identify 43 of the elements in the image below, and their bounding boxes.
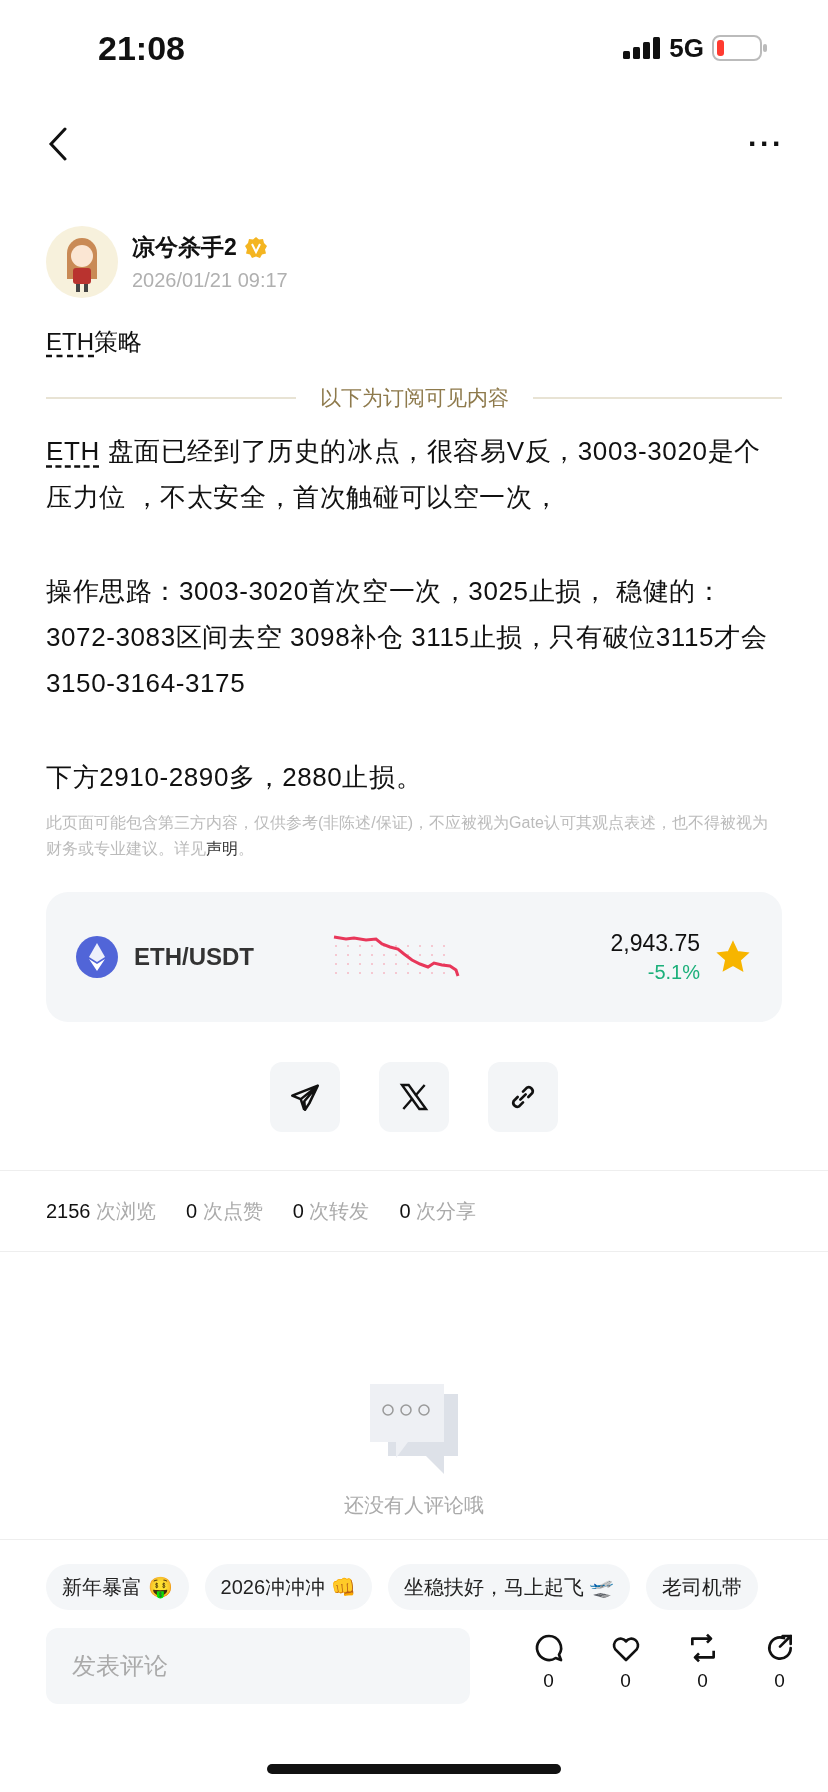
telegram-share-button[interactable] [270, 1062, 340, 1132]
star-icon[interactable] [716, 940, 750, 974]
body-paragraph: 下方2910-2890多，2880止损。 [46, 761, 424, 794]
action-count: 0 [697, 1670, 708, 1692]
action-count: 0 [620, 1670, 631, 1692]
ticker-link[interactable]: ETH [46, 436, 100, 466]
more-button[interactable]: ··· [748, 127, 784, 161]
copy-link-button[interactable] [488, 1062, 558, 1132]
ethereum-icon [76, 936, 118, 978]
ticker-card[interactable]: ETH/USDT 2,943.75 -5.1% [46, 892, 782, 1022]
comment-input[interactable]: 发表评论 [46, 1628, 470, 1704]
status-time: 21:08 [98, 28, 185, 68]
avatar-icon[interactable] [46, 226, 118, 298]
quick-reply-chip[interactable]: 老司机带 [646, 1564, 759, 1610]
x-logo-icon [398, 1081, 430, 1113]
quick-reply-chip[interactable]: 坐稳扶好，马上起飞 🛫 [387, 1564, 631, 1610]
quick-reply-chip[interactable]: 2026冲冲冲 👊 [204, 1564, 372, 1610]
post-title: ETH策略 [45, 327, 143, 357]
empty-comments-icon [368, 1382, 460, 1474]
stat-count: 0 次分享 [399, 1198, 477, 1224]
network-label: 5G [669, 32, 704, 64]
price-change: -5.1% [647, 961, 700, 984]
stat-count: 0 次点赞 [186, 1198, 263, 1224]
price-value: 2,943.75 [610, 930, 700, 957]
action-count: 0 [543, 1670, 554, 1692]
author-name[interactable]: 凉兮杀手2 [132, 232, 237, 263]
empty-comments-text: 还没有人评论哦 [344, 1493, 484, 1518]
pair-name: ETH/USDT [134, 943, 255, 971]
x-share-button[interactable] [379, 1062, 449, 1132]
battery-icon [712, 35, 768, 61]
ticker-link[interactable]: ETH [46, 328, 94, 355]
quick-reply-chip[interactable]: 新年暴富 🤑 [46, 1564, 189, 1610]
statement-link[interactable]: 声明 [206, 840, 238, 857]
stat-count: 2156 次浏览 [46, 1198, 157, 1224]
signal-icon [623, 37, 662, 59]
post-date: 2026/01/21 09:17 [132, 269, 288, 292]
body-paragraph: 操作思路：3003-3020首次空一次，3025止损， 稳健的：3072-3083区间去空 3098补仓 3115止损，只有破位3115才会3150-3164-3175 [46, 575, 769, 700]
disclaimer-text: 此页面可能包含第三方内容，仅供参考(非陈述/保证)，不应被视为Gate认可其观点表述，也不得被视为财务或专业建议。详见声明。 [45, 813, 769, 859]
back-icon[interactable] [48, 127, 68, 161]
stat-count: 0 次转发 [292, 1198, 370, 1224]
body-paragraph: ETH 盘面已经到了历史的冰点，很容易V反，3003-3020是个压力位 ，不太安全，首次触碰可以空一次， [46, 435, 762, 514]
subscription-divider-label: 以下为订阅可见内容 [319, 385, 509, 411]
action-count: 0 [774, 1670, 785, 1692]
